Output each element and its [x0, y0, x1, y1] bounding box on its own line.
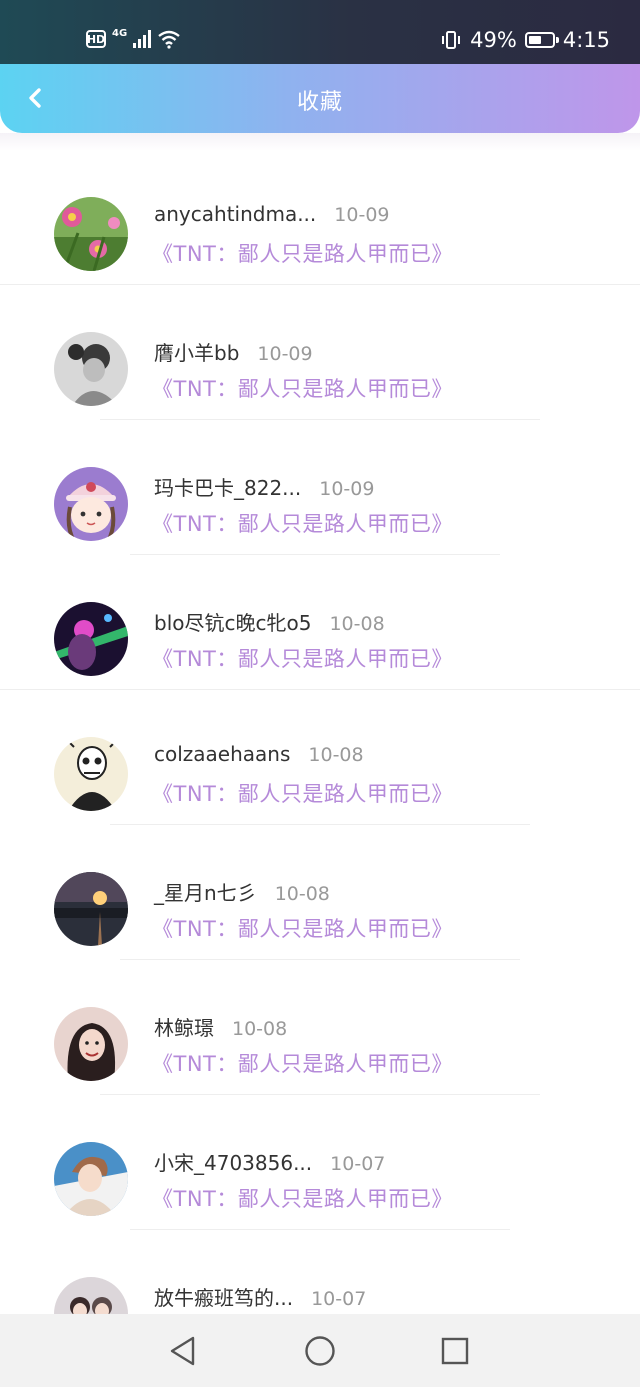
- novel-title[interactable]: 《TNT：鄙人只是路人甲而已》: [152, 1048, 453, 1078]
- list-item[interactable]: 玛卡巴卡_822... 10-09 《TNT：鄙人只是路人甲而已》: [0, 420, 640, 555]
- battery-icon: [524, 32, 559, 48]
- list-item[interactable]: colzaaehaans 10-08 《TNT：鄙人只是路人甲而已》: [0, 690, 640, 825]
- date: 10-07: [311, 1288, 367, 1310]
- list-item[interactable]: _星月n七彡 10-08 《TNT：鄙人只是路人甲而已》: [0, 825, 640, 960]
- date: 10-08: [232, 1018, 288, 1040]
- novel-title[interactable]: 《TNT：鄙人只是路人甲而已》: [152, 508, 453, 538]
- vibrate-icon: [442, 31, 461, 49]
- user-name[interactable]: 小宋_4703856...: [154, 1151, 312, 1175]
- nav-home-button[interactable]: [303, 1334, 337, 1368]
- user-name-row: 放牛瘢班笃的... 10-07: [154, 1282, 366, 1311]
- novel-title[interactable]: 《TNT：鄙人只是路人甲而已》: [152, 778, 453, 808]
- user-name-row: 膺小羊bb 10-09: [154, 337, 313, 366]
- user-name[interactable]: _星月n七彡: [154, 881, 257, 905]
- user-name-row: blo尽钪c晚c牝o5 10-08: [154, 607, 385, 636]
- signal-icon: [133, 30, 152, 48]
- avatar[interactable]: [54, 1142, 128, 1216]
- date: 10-08: [308, 744, 364, 766]
- wifi-icon: [158, 30, 180, 49]
- app-header: 收藏: [0, 64, 640, 133]
- avatar[interactable]: [54, 602, 128, 676]
- hd-icon: HD: [86, 30, 106, 48]
- avatar[interactable]: [54, 467, 128, 541]
- list-item[interactable]: blo尽钪c晚c牝o5 10-08 《TNT：鄙人只是路人甲而已》: [0, 555, 640, 690]
- user-name[interactable]: 膺小羊bb: [154, 341, 239, 365]
- page-title: 收藏: [296, 90, 343, 115]
- user-name[interactable]: 放牛瘢班笃的...: [154, 1286, 293, 1310]
- user-name-row: 小宋_4703856... 10-07: [154, 1147, 385, 1176]
- square-recents-icon: [441, 1337, 469, 1365]
- avatar[interactable]: [54, 872, 128, 946]
- date: 10-09: [257, 343, 313, 365]
- user-name-row: _星月n七彡 10-08: [154, 877, 330, 906]
- list-item[interactable]: 林鲸璟 10-08 《TNT：鄙人只是路人甲而已》: [0, 960, 640, 1095]
- novel-title[interactable]: 《TNT：鄙人只是路人甲而已》: [152, 373, 453, 403]
- list-item[interactable]: anycahtindma... 10-09 《TNT：鄙人只是路人甲而已》: [0, 150, 640, 285]
- nav-recents-button[interactable]: [438, 1334, 472, 1368]
- date: 10-09: [334, 204, 390, 226]
- network-type: 4G: [112, 27, 128, 39]
- circle-home-icon: [305, 1336, 335, 1366]
- user-name[interactable]: colzaaehaans: [154, 742, 290, 766]
- user-name-row: 玛卡巴卡_822... 10-09: [154, 472, 374, 501]
- avatar[interactable]: [54, 332, 128, 406]
- novel-title[interactable]: 《TNT：鄙人只是路人甲而已》: [152, 1183, 453, 1213]
- date: 10-08: [329, 613, 385, 635]
- avatar[interactable]: [54, 1007, 128, 1081]
- battery-percent: 49%: [470, 28, 517, 52]
- header-shadow: [0, 133, 640, 151]
- user-name[interactable]: blo尽钪c晚c牝o5: [154, 611, 311, 635]
- user-name-row: colzaaehaans 10-08: [154, 742, 364, 766]
- system-nav-bar: [0, 1314, 640, 1387]
- nav-back-button[interactable]: [166, 1334, 200, 1368]
- novel-title[interactable]: 《TNT：鄙人只是路人甲而已》: [152, 643, 453, 673]
- user-name[interactable]: anycahtindma...: [154, 202, 316, 226]
- user-name[interactable]: 玛卡巴卡_822...: [154, 476, 301, 500]
- user-name-row: 林鲸璟 10-08: [154, 1012, 287, 1041]
- user-name[interactable]: 林鲸璟: [154, 1016, 214, 1040]
- date: 10-07: [330, 1153, 386, 1175]
- date: 10-08: [274, 883, 330, 905]
- avatar[interactable]: [54, 197, 128, 271]
- novel-title[interactable]: 《TNT：鄙人只是路人甲而已》: [152, 238, 453, 268]
- list-item[interactable]: 膺小羊bb 10-09 《TNT：鄙人只是路人甲而已》: [0, 285, 640, 420]
- status-left: HD 4G: [86, 26, 181, 52]
- status-right: 49% 4:15: [440, 24, 610, 56]
- user-name-row: anycahtindma... 10-09: [154, 202, 390, 226]
- avatar[interactable]: [54, 737, 128, 811]
- triangle-back-icon: [170, 1336, 195, 1366]
- novel-title[interactable]: 《TNT：鄙人只是路人甲而已》: [152, 913, 453, 943]
- clock: 4:15: [562, 28, 610, 52]
- list-item[interactable]: 小宋_4703856... 10-07 《TNT：鄙人只是路人甲而已》: [0, 1095, 640, 1230]
- favorites-list: anycahtindma... 10-09 《TNT：鄙人只是路人甲而已》 膺小羊…: [0, 150, 640, 1365]
- date: 10-09: [319, 478, 375, 500]
